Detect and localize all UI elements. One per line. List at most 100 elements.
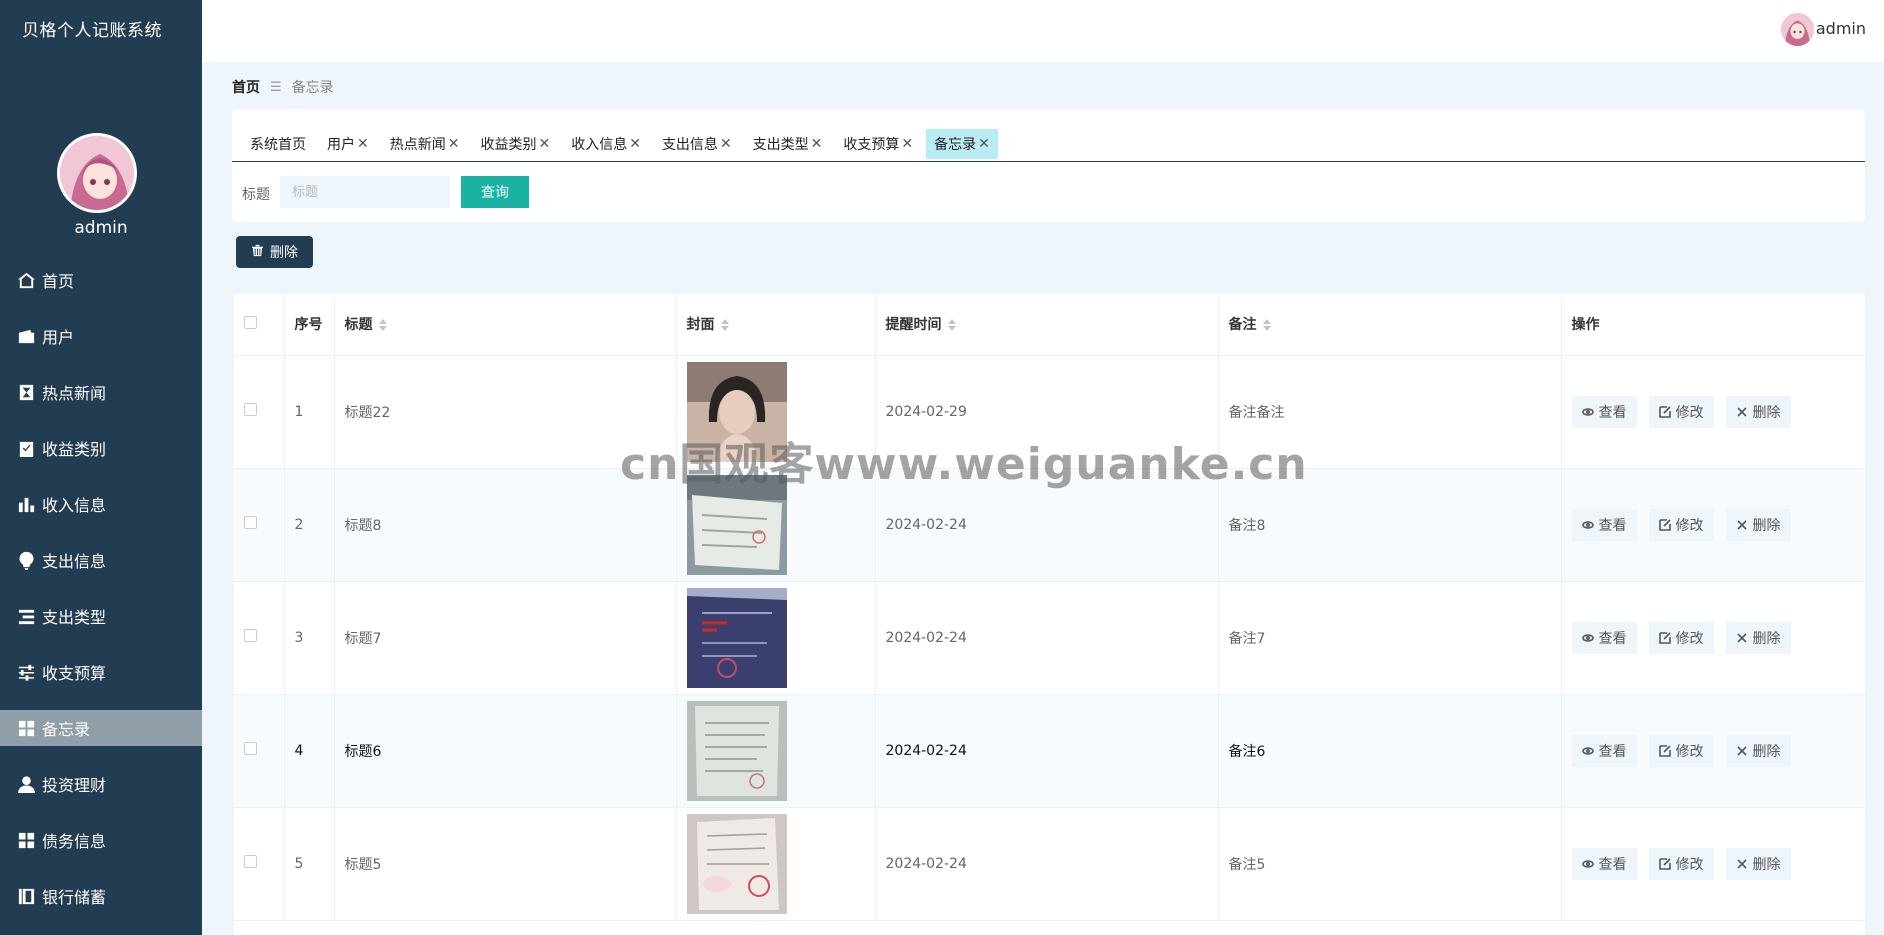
view-label: 查看 — [1598, 517, 1627, 534]
clipboard-check-icon — [16, 438, 36, 458]
tab-expense-type[interactable]: 支出类型 ✕ — [744, 129, 831, 159]
table-row: 2 标题8 2024-02-24 备注8 查看 修改 删除 — [234, 468, 1865, 582]
profile-avatar[interactable] — [57, 133, 137, 213]
tab-income[interactable]: 收入信息 ✕ — [563, 129, 649, 159]
sort-icon[interactable] — [1262, 319, 1271, 332]
column-header-title[interactable]: 标题 — [334, 294, 677, 356]
cover-image[interactable] — [686, 813, 787, 914]
cover-image[interactable] — [686, 474, 787, 575]
edit-button[interactable]: 修改 — [1648, 508, 1714, 541]
view-button[interactable]: 查看 — [1571, 508, 1637, 541]
sort-icon[interactable] — [947, 319, 956, 332]
select-all-cell[interactable] — [234, 294, 285, 356]
eye-icon — [1581, 407, 1594, 416]
sidebar-item-news[interactable]: 热点新闻 — [0, 374, 202, 410]
sidebar-item-debt[interactable]: 债务信息 — [0, 822, 202, 858]
sidebar-item-expense-type[interactable]: 支出类型 — [0, 598, 202, 634]
batch-delete-button[interactable]: 删除 — [236, 236, 313, 268]
close-icon[interactable]: ✕ — [720, 136, 732, 152]
row-checkbox[interactable] — [244, 516, 257, 529]
edit-label: 修改 — [1675, 743, 1704, 760]
delete-button[interactable]: 删除 — [1725, 847, 1791, 880]
delete-button[interactable]: 删除 — [1725, 395, 1791, 428]
edit-icon — [1658, 744, 1671, 757]
sidebar-item-label: 收益类别 — [42, 440, 107, 459]
view-button[interactable]: 查看 — [1571, 621, 1637, 654]
tabs-divider — [232, 161, 1865, 162]
view-button[interactable]: 查看 — [1571, 734, 1637, 767]
sort-icon[interactable] — [720, 319, 729, 332]
tab-label: 收支预算 — [843, 137, 900, 153]
sidebar-item-budget[interactable]: 收支预算 — [0, 654, 202, 690]
profile-username: admin — [74, 218, 128, 238]
lightbulb-icon — [16, 550, 36, 570]
tab-budget[interactable]: 收支预算 ✕ — [835, 129, 922, 159]
delete-button[interactable]: 删除 — [1725, 734, 1791, 767]
row-checkbox[interactable] — [244, 855, 257, 868]
tab-news[interactable]: 热点新闻 ✕ — [381, 129, 468, 159]
view-button[interactable]: 查看 — [1571, 847, 1637, 880]
cover-image[interactable] — [686, 700, 787, 801]
select-all-checkbox[interactable] — [244, 315, 257, 329]
row-cover[interactable] — [676, 581, 876, 695]
row-checkbox[interactable] — [244, 403, 257, 416]
column-header-note[interactable]: 备注 — [1218, 294, 1562, 356]
grid-icon — [16, 830, 36, 850]
sidebar-menu: 首页 用户 热点新闻 收益类别 收入信息 支出信息 支出类型 收支预算 备忘录 … — [0, 262, 202, 934]
edit-button[interactable]: 修改 — [1648, 734, 1714, 767]
table-row: 1 标题22 2024-02-29 备注备注 查看 修改 删除 — [234, 355, 1865, 469]
delete-label: 删除 — [1752, 743, 1781, 760]
sidebar-item-memo[interactable]: 备忘录 — [0, 710, 202, 746]
row-cover[interactable] — [676, 355, 876, 469]
edit-icon — [1658, 857, 1671, 870]
edit-button[interactable]: 修改 — [1648, 621, 1714, 654]
sidebar-item-label: 备忘录 — [42, 720, 91, 739]
close-icon[interactable]: ✕ — [357, 136, 369, 152]
delete-button[interactable]: 删除 — [1725, 621, 1791, 654]
column-header-remind-time[interactable]: 提醒时间 — [875, 294, 1219, 356]
trash-icon — [251, 244, 264, 261]
sidebar-item-investment[interactable]: 投资理财 — [0, 766, 202, 802]
tab-expense[interactable]: 支出信息 ✕ — [653, 129, 740, 159]
sidebar-item-users[interactable]: 用户 — [0, 318, 202, 354]
row-checkbox[interactable] — [244, 629, 257, 642]
table-header-row: 序号 标题 封面 提醒时间 备注 操作 — [234, 294, 1865, 356]
tab-system-home[interactable]: 系统首页 — [242, 129, 314, 159]
tab-users[interactable]: 用户 ✕ — [319, 129, 377, 159]
column-label: 标题 — [344, 317, 373, 334]
delete-button[interactable]: 删除 — [1725, 508, 1791, 541]
close-icon[interactable]: ✕ — [629, 136, 641, 152]
row-cover[interactable] — [676, 807, 876, 921]
tab-label: 热点新闻 — [389, 137, 446, 153]
sidebar-item-income-category[interactable]: 收益类别 — [0, 430, 202, 466]
row-cover[interactable] — [676, 694, 876, 808]
row-cover[interactable] — [676, 468, 876, 582]
header-avatar[interactable] — [1781, 13, 1814, 46]
close-icon[interactable]: ✕ — [538, 136, 550, 152]
search-title-input[interactable] — [280, 176, 450, 208]
cover-image[interactable] — [686, 361, 787, 462]
close-icon[interactable]: ✕ — [901, 136, 913, 152]
cover-image[interactable] — [686, 587, 787, 688]
column-header-cover[interactable]: 封面 — [676, 294, 876, 356]
close-icon — [1736, 406, 1747, 417]
view-button[interactable]: 查看 — [1571, 395, 1637, 428]
edit-button[interactable]: 修改 — [1648, 395, 1714, 428]
close-icon[interactable]: ✕ — [978, 136, 990, 152]
header-username[interactable]: admin — [1816, 19, 1866, 38]
close-icon[interactable]: ✕ — [448, 136, 460, 152]
tab-memo[interactable]: 备忘录 ✕ — [926, 129, 998, 159]
sidebar-item-expense[interactable]: 支出信息 — [0, 542, 202, 578]
close-icon[interactable]: ✕ — [811, 136, 823, 152]
edit-icon — [1658, 631, 1671, 644]
sidebar-item-income[interactable]: 收入信息 — [0, 486, 202, 522]
row-checkbox[interactable] — [244, 742, 257, 755]
sidebar-item-savings[interactable]: 银行储蓄 — [0, 878, 202, 914]
row-remind-time: 2024-02-29 — [875, 355, 1219, 469]
sort-icon[interactable] — [378, 319, 387, 332]
tab-income-category[interactable]: 收益类别 ✕ — [472, 129, 559, 159]
edit-button[interactable]: 修改 — [1648, 847, 1714, 880]
breadcrumb-home[interactable]: 首页 — [232, 77, 260, 97]
search-button[interactable]: 查询 — [461, 176, 529, 208]
sidebar-item-home[interactable]: 首页 — [0, 262, 202, 298]
